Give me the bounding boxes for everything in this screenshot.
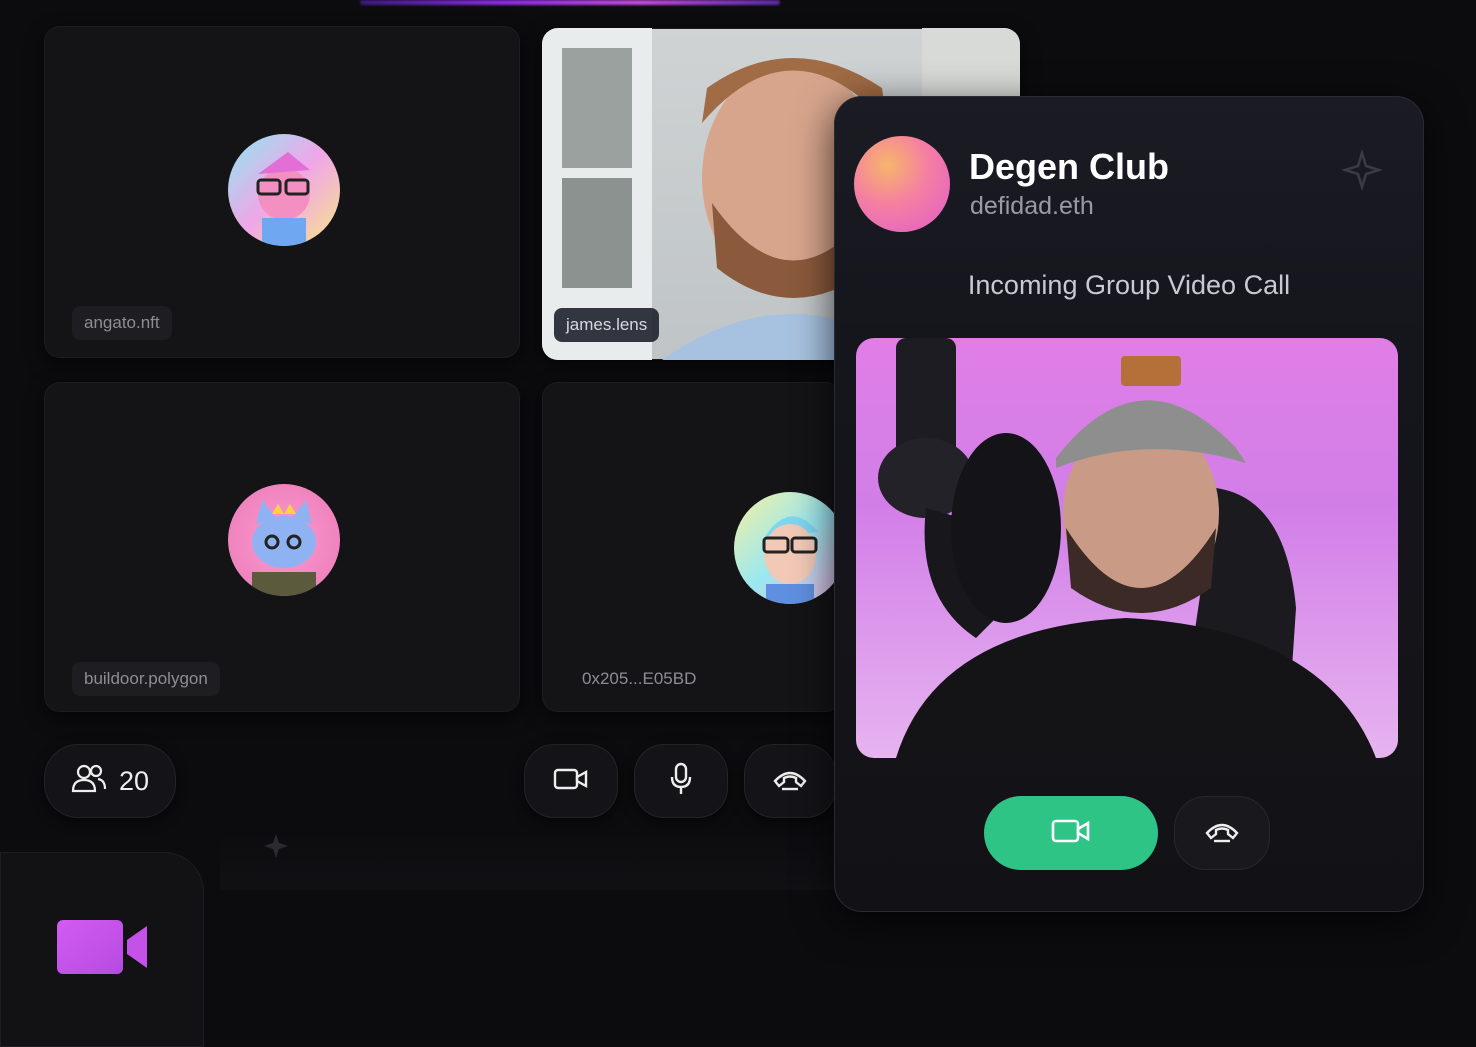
tile-label: james.lens	[554, 308, 660, 342]
hang-up-icon	[772, 767, 808, 796]
app-video-icon	[55, 918, 149, 981]
toolbar-shadow	[220, 830, 834, 890]
caller-video-preview	[856, 338, 1398, 758]
video-camera-icon	[553, 767, 589, 796]
incoming-call-panel: Degen Club defidad.eth Incoming Group Vi…	[834, 96, 1424, 912]
accept-call-button[interactable]	[984, 796, 1158, 870]
top-glow	[360, 0, 780, 5]
decline-call-button[interactable]	[1174, 796, 1270, 870]
avatar	[228, 134, 340, 246]
participant-tile[interactable]: angato.nft	[44, 26, 520, 358]
toggle-camera-button[interactable]	[524, 744, 618, 818]
avatar	[228, 484, 340, 596]
participants-count: 20	[118, 765, 150, 796]
sparkle-icon	[262, 832, 290, 865]
participant-tile[interactable]: 0x205...E05BD	[542, 382, 842, 712]
tile-label: buildoor.polygon	[72, 662, 220, 696]
call-subtitle: defidad.eth	[970, 192, 1094, 220]
app-launcher[interactable]	[0, 852, 204, 1047]
avatar	[734, 492, 842, 604]
hang-up-icon	[1204, 819, 1240, 848]
tile-label: 0x205...E05BD	[582, 669, 697, 688]
video-camera-icon	[1051, 818, 1091, 849]
microphone-icon	[669, 762, 693, 801]
participants-count-button[interactable]: 20	[44, 744, 176, 818]
toggle-microphone-button[interactable]	[634, 744, 728, 818]
participant-tile[interactable]: buildoor.polygon	[44, 382, 520, 712]
call-message: Incoming Group Video Call	[967, 270, 1291, 300]
tile-label: angato.nft	[72, 306, 172, 340]
call-title: Degen Club	[969, 146, 1170, 187]
group-avatar	[854, 136, 950, 232]
leave-call-button[interactable]	[744, 744, 836, 818]
sparkle-icon	[1340, 148, 1384, 195]
users-icon	[71, 763, 107, 800]
